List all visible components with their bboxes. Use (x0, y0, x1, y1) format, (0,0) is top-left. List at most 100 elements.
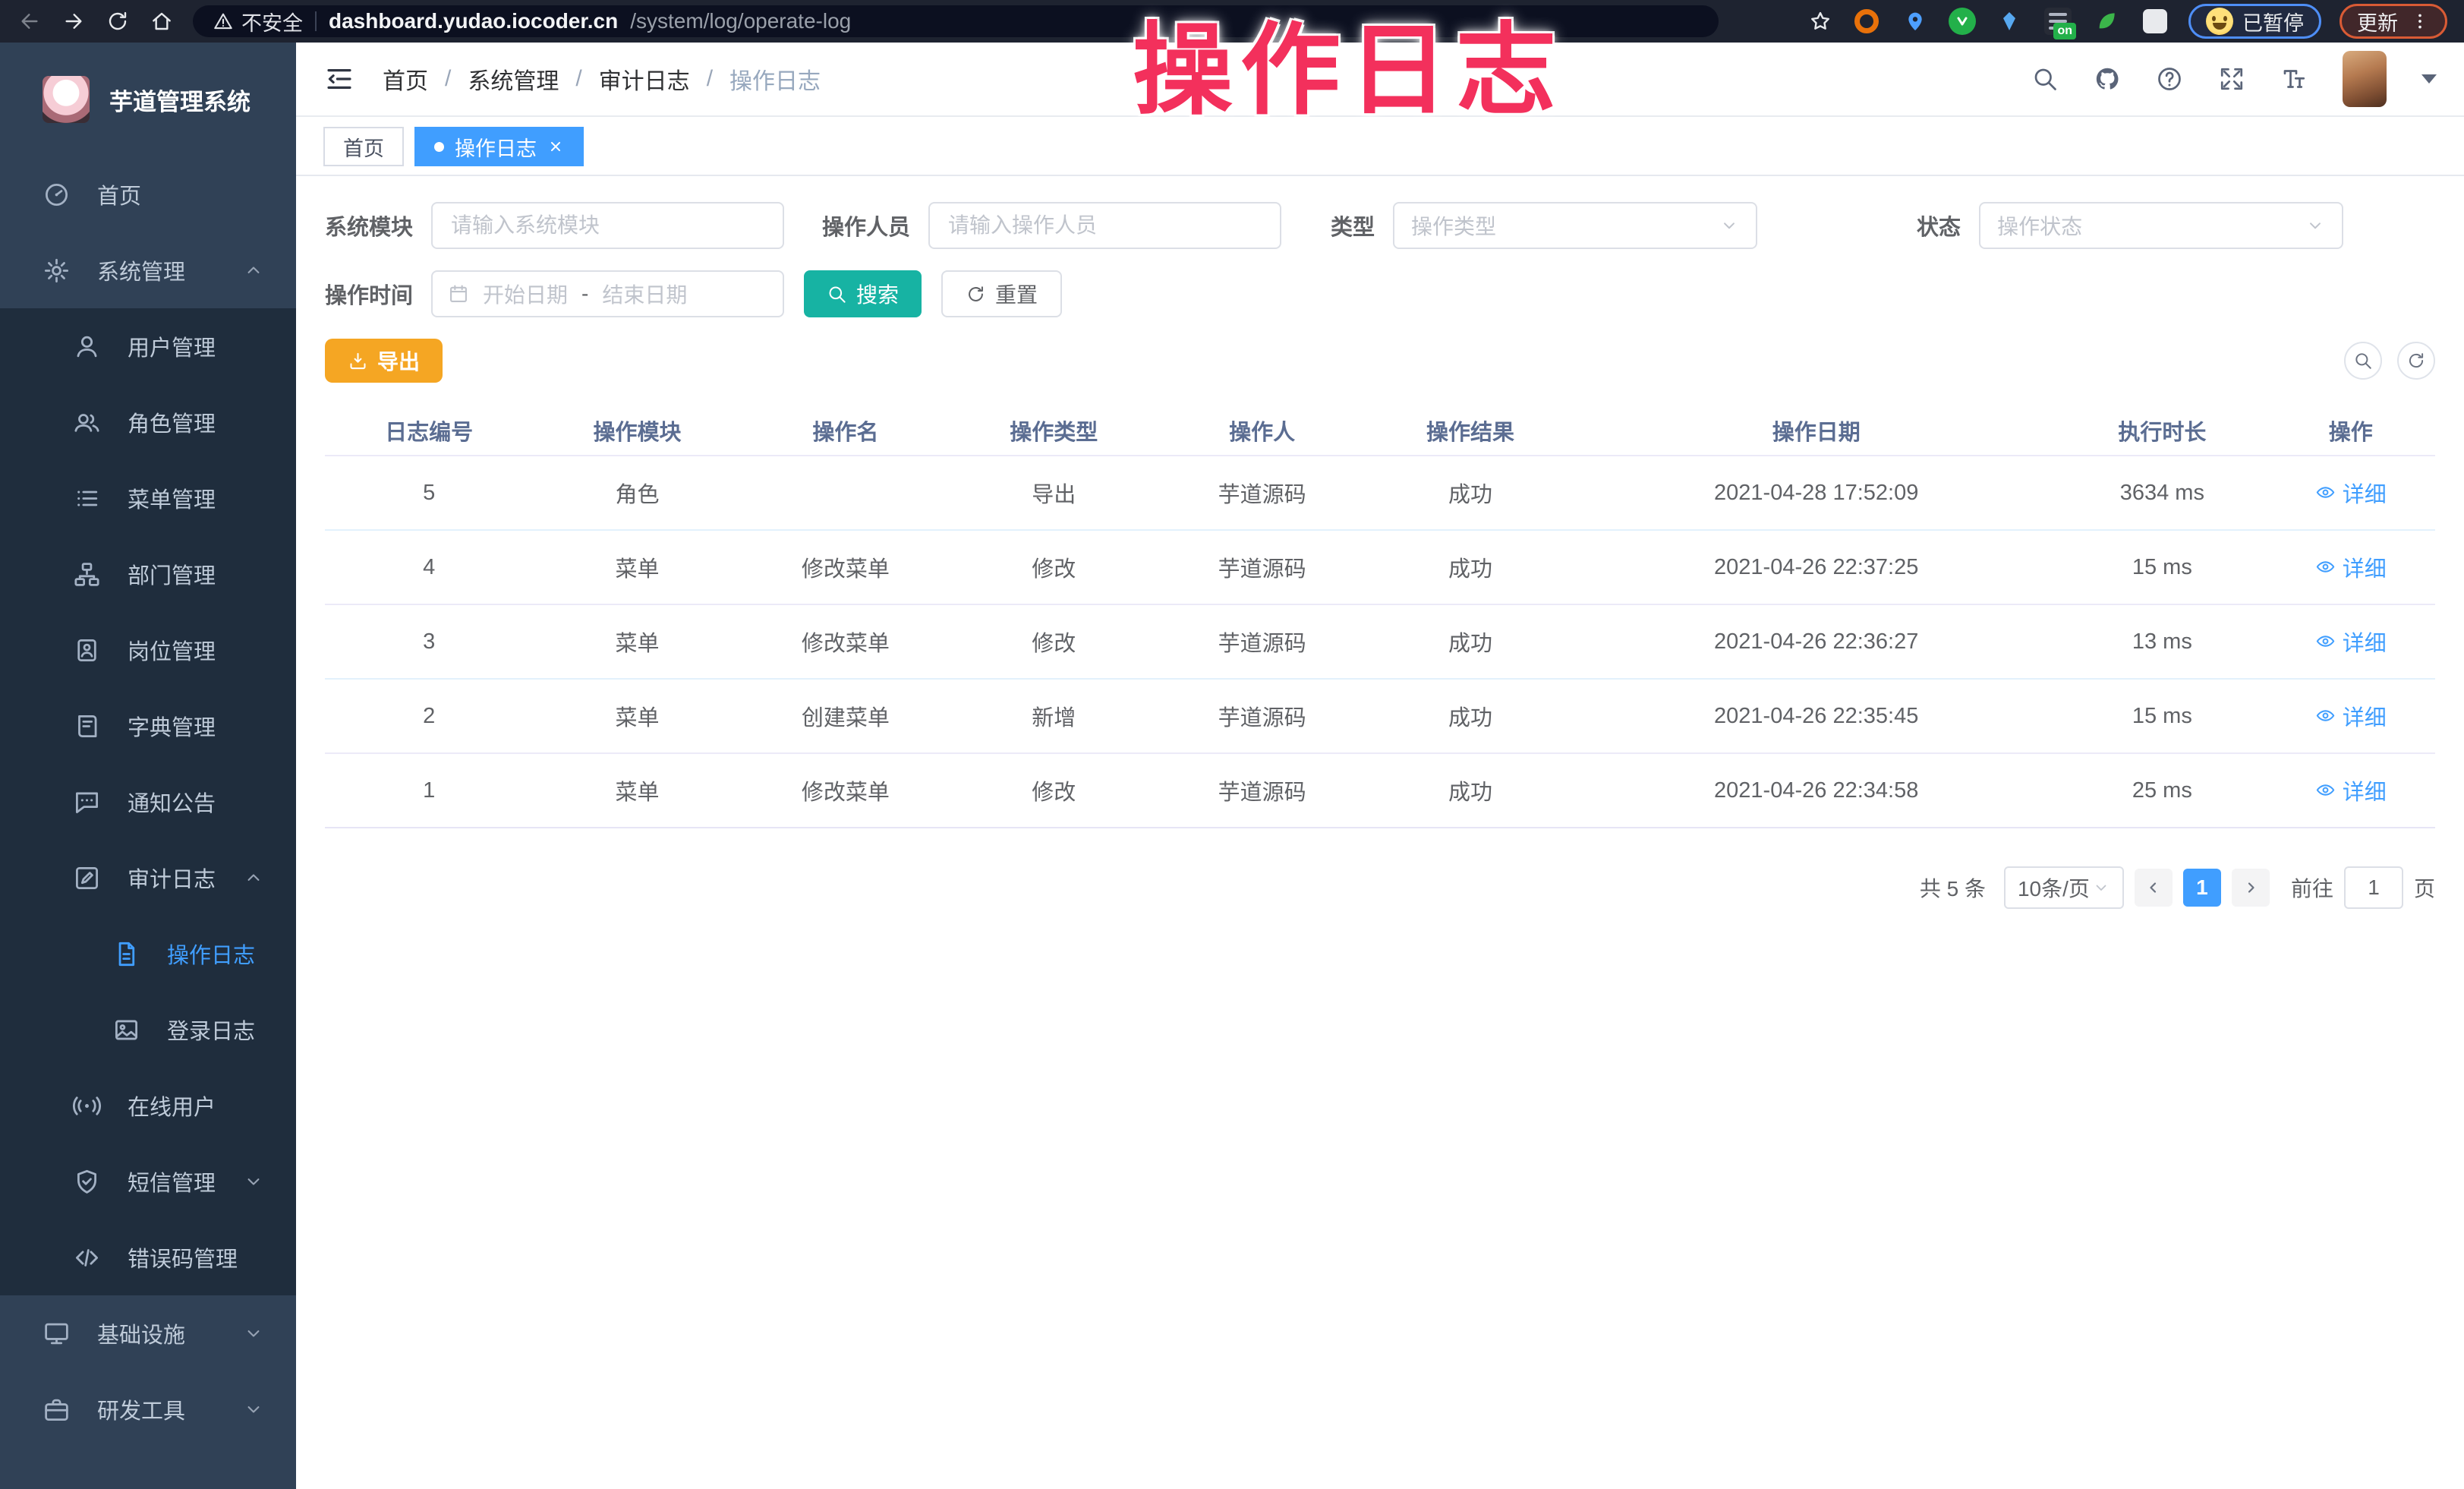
tag-operate-log[interactable]: 操作日志 (414, 127, 584, 166)
paused-label: 已暂停 (2242, 7, 2304, 36)
goto-page-input[interactable] (2344, 866, 2403, 909)
help-icon[interactable] (2156, 65, 2183, 93)
operator-input[interactable] (928, 202, 1281, 249)
refresh-table-button[interactable] (2397, 342, 2435, 380)
address-bar[interactable]: 不安全 dashboard.yudao.iocoder.cn/system/lo… (193, 5, 1719, 37)
sidebar-item-notice-announcement[interactable]: 通知公告 (0, 764, 296, 840)
browser-reload-icon[interactable] (105, 8, 131, 34)
profile-paused-chip[interactable]: 已暂停 (2188, 4, 2321, 39)
sidebar-item-dev-tools[interactable]: 研发工具 (0, 1371, 296, 1447)
table-cell-duration: 13 ms (2058, 604, 2266, 679)
sidebar-item-infrastructure[interactable]: 基础设施 (0, 1295, 296, 1371)
sidebar-item-system-management[interactable]: 系统管理 (0, 232, 296, 308)
breadcrumb-item[interactable]: 审计日志 (599, 62, 690, 96)
breadcrumb-item[interactable]: 首页 (383, 62, 428, 96)
extension-switch-icon[interactable]: on (2043, 6, 2073, 36)
sidebar-item-post-management[interactable]: 岗位管理 (0, 612, 296, 688)
sidebar-collapse-icon[interactable] (323, 63, 355, 95)
avatar[interactable] (2343, 51, 2387, 107)
type-select[interactable]: 操作类型 (1393, 202, 1757, 249)
url-path: /system/log/operate-log (630, 9, 851, 33)
table-cell-name: 创建菜单 (742, 679, 950, 753)
sidebar-item-dict-management[interactable]: 字典管理 (0, 688, 296, 764)
security-warning[interactable]: 不安全 (213, 7, 303, 36)
table-cell-duration: 15 ms (2058, 679, 2266, 753)
prev-page-button[interactable] (2135, 869, 2173, 907)
page-content: 系统模块 操作人员 类型 操作类型 状态 操作状 (296, 176, 2464, 1489)
detail-link-label: 详细 (2343, 551, 2387, 583)
date-separator: - (581, 282, 588, 306)
reset-button[interactable]: 重置 (941, 270, 1062, 317)
sidebar-item-label: 在线用户 (128, 1090, 216, 1121)
detail-link-label: 详细 (2343, 477, 2387, 509)
bookmark-star-icon[interactable] (1807, 8, 1833, 34)
sidebar-item-user-management[interactable]: 用户管理 (0, 308, 296, 384)
sidebar-item-label: 字典管理 (128, 710, 216, 742)
column-header: 执行时长 (2058, 405, 2266, 456)
extension-orange-ring-icon[interactable] (1851, 6, 1882, 36)
extension-gem-icon[interactable] (1994, 6, 2024, 36)
github-icon[interactable] (2094, 65, 2121, 93)
detail-link[interactable]: 详细 (2315, 700, 2387, 732)
browser-back-icon[interactable] (17, 8, 43, 34)
sidebar-item-sms-management[interactable]: 短信管理 (0, 1144, 296, 1219)
detail-link[interactable]: 详细 (2315, 774, 2387, 806)
page-size-select[interactable]: 10条/页 (2004, 866, 2124, 909)
sidebar-item-error-code-management[interactable]: 错误码管理 (0, 1219, 296, 1295)
next-page-button[interactable] (2232, 869, 2270, 907)
extension-v-icon[interactable] (1949, 8, 1976, 35)
detail-link[interactable]: 详细 (2315, 477, 2387, 509)
table-cell-duration: 3634 ms (2058, 456, 2266, 530)
detail-link[interactable]: 详细 (2315, 626, 2387, 658)
browser-update-chip[interactable]: 更新 (2340, 4, 2447, 39)
operate-log-icon (112, 940, 144, 968)
sidebar-item-online-users[interactable]: 在线用户 (0, 1068, 296, 1144)
toggle-search-button[interactable] (2344, 342, 2382, 380)
sidebar-item-label: 系统管理 (97, 254, 185, 286)
breadcrumb-item[interactable]: 系统管理 (468, 62, 559, 96)
sidebar-item-label: 基础设施 (97, 1317, 185, 1349)
reset-button-label: 重置 (995, 279, 1038, 309)
status-label: 状态 (1917, 210, 1961, 241)
status-select[interactable]: 操作状态 (1979, 202, 2343, 249)
browser-forward-icon[interactable] (61, 8, 87, 34)
avatar-caret-down-icon[interactable] (2421, 74, 2437, 84)
sidebar-item-role-management[interactable]: 角色管理 (0, 384, 296, 460)
sidebar-item-home[interactable]: 首页 (0, 156, 296, 232)
badge-icon (73, 636, 105, 664)
font-size-icon[interactable] (2280, 65, 2308, 93)
table-cell-action: 详细 (2267, 679, 2435, 753)
browser-home-icon[interactable] (149, 8, 175, 34)
sidebar-item-login-log[interactable]: 登录日志 (0, 992, 296, 1068)
table-row: 3菜单修改菜单修改芋道源码成功2021-04-26 22:36:2713 ms详… (325, 604, 2435, 679)
sidebar-item-label: 通知公告 (128, 786, 216, 818)
date-range-picker[interactable]: 开始日期 - 结束日期 (431, 270, 784, 317)
extensions-puzzle-icon[interactable] (2140, 6, 2170, 36)
calendar-icon (448, 283, 469, 304)
browser-menu-dots-icon[interactable] (2410, 8, 2430, 34)
sidebar-item-audit-log[interactable]: 审计日志 (0, 840, 296, 916)
sidebar-item-label: 审计日志 (128, 862, 216, 894)
page-1-button[interactable]: 1 (2183, 869, 2221, 907)
close-icon[interactable] (547, 138, 564, 155)
filter-status: 状态 操作状态 (1917, 202, 2343, 249)
search-icon[interactable] (2031, 65, 2059, 93)
sidebar-item-label: 登录日志 (167, 1014, 255, 1046)
breadcrumb-item: 操作日志 (729, 62, 821, 96)
fullscreen-icon[interactable] (2218, 65, 2245, 93)
tag-home[interactable]: 首页 (323, 127, 404, 166)
table-cell-operator: 芋道源码 (1158, 753, 1366, 828)
detail-link[interactable]: 详细 (2315, 551, 2387, 583)
column-header: 操作 (2267, 405, 2435, 456)
search-button[interactable]: 搜索 (804, 270, 922, 317)
app-title: 芋道管理系统 (109, 83, 250, 117)
table-cell-id: 3 (325, 604, 533, 679)
extension-pin-icon[interactable] (1900, 6, 1930, 36)
sidebar-item-operate-log[interactable]: 操作日志 (0, 916, 296, 992)
app-logo[interactable]: 芋道管理系统 (0, 43, 296, 156)
sidebar-item-dept-management[interactable]: 部门管理 (0, 536, 296, 612)
sidebar-item-menu-management[interactable]: 菜单管理 (0, 460, 296, 536)
extension-leaf-icon[interactable] (2091, 6, 2122, 36)
module-input[interactable] (431, 202, 784, 249)
export-button[interactable]: 导出 (325, 339, 443, 383)
